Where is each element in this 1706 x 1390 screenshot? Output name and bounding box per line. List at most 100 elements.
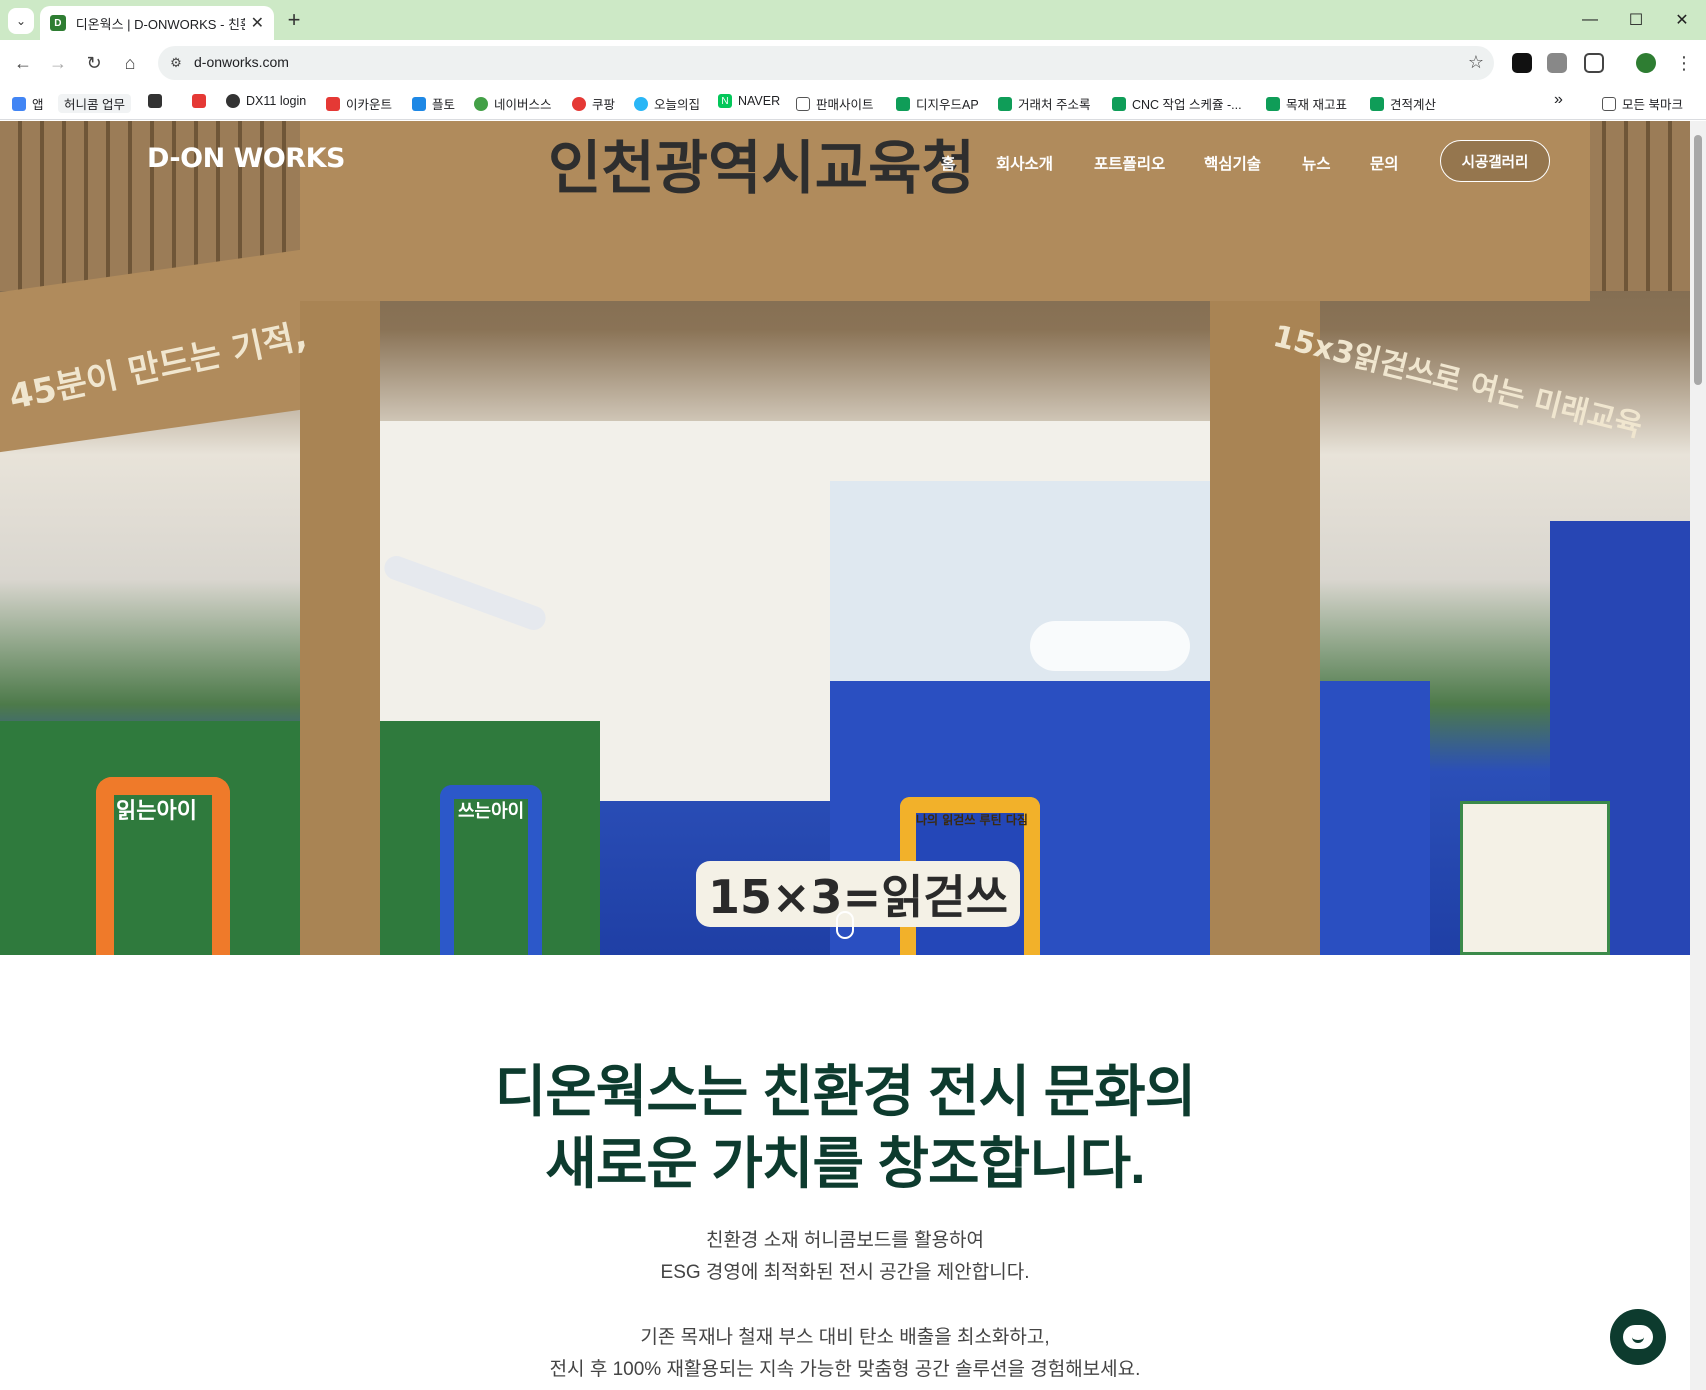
bookmark-address-book[interactable]: 거래처 주소록 [998,94,1090,113]
chat-button[interactable] [1610,1309,1666,1365]
bookmark-label: 목재 재고표 [1286,98,1347,112]
hero-image: 인천광역시교육청 45분이 만드는 기적, 15x3읽걷쓰로 여는 미래교육 읽… [0,121,1690,955]
tab-search-dropdown-icon[interactable]: ⌄ [8,8,34,34]
page-headline: 디온웍스는 친환경 전시 문화의 새로운 가치를 창조합니다. [0,1056,1690,1200]
hero-right-banner-text: 15x3읽걷쓰로 여는 미래교육 [1269,318,1646,445]
bookmarks-bar: 앱 허니콤 업무 DX11 login 이카운트 플토 네이버스스 쿠팡 오늘의… [0,86,1706,120]
bookmark-label: 디지우드AP [916,98,979,112]
hero-arch-right-pillar [1210,301,1320,955]
sheets-icon [1266,96,1280,111]
bookmark-apps[interactable]: 앱 [12,94,44,113]
scroll-down-indicator[interactable] [836,911,854,939]
profile-avatar[interactable] [1636,53,1656,73]
bookmark-wood-inventory[interactable]: 목재 재고표 [1266,94,1347,113]
nav-portfolio[interactable]: 포트폴리오 [1094,152,1165,174]
sheets-icon [1112,96,1126,111]
bookmark-plto[interactable]: 플토 [412,94,455,113]
bookmark-label: 쿠팡 [592,98,616,112]
bookmark-label: 앱 [32,98,44,112]
bookmark-label: 네이버스스 [494,98,552,112]
close-window-button[interactable]: ✕ [1662,6,1702,34]
bookmark-smartstore[interactable]: 네이버스스 [474,94,552,113]
hero-poster [1460,801,1610,955]
hero-yellow-frame-text: 나의 읽걷쓰 루틴 다짐 [916,813,1028,827]
bookmark-naver[interactable]: N NAVER [718,94,780,108]
pinwheel-icon [192,94,206,108]
url-text[interactable]: d-onworks.com [194,54,289,70]
bookmark-ohouse[interactable]: 오늘의집 [634,94,700,113]
intro-line: 친환경 소재 허니콤보드를 활용하여 [705,1230,985,1251]
intro-line: 기존 목재나 철재 부스 대비 탄소 배출을 최소화하고, [640,1327,1050,1348]
forward-arrow-icon[interactable]: → [44,49,72,77]
apps-grid-icon [12,96,26,111]
bookmark-label: 견적계산 [1390,98,1437,112]
bookmark-folder-sales[interactable]: 판매사이트 [796,94,874,113]
bookmark-grid[interactable] [148,94,168,108]
intro-paragraph-2: 기존 목재나 철재 부스 대비 탄소 배출을 최소화하고, 전시 후 100% … [0,1322,1690,1386]
bookmark-label: NAVER [738,94,781,108]
browser-toolbar: ← → ↻ ⌂ ⚙ d-onworks.com ☆ ⋮ [0,40,1706,86]
hero-top-banner-text: 인천광역시교육청 [548,134,975,202]
ohouse-icon [634,96,648,111]
hero-arch-left-pillar [300,301,380,955]
bookmark-cnc-schedule[interactable]: CNC 작업 스케쥴 -... [1112,94,1242,113]
bookmark-star-icon[interactable]: ☆ [1468,52,1484,73]
nav-core-tech[interactable]: 핵심기술 [1204,152,1261,174]
all-bookmarks-folder[interactable]: 모든 북마크 [1602,94,1683,113]
address-bar[interactable]: ⚙ d-onworks.com ☆ [158,46,1494,80]
nav-home[interactable]: 홈 [941,152,955,174]
hero-blue-frame-text: 쓰는아이 [458,801,525,822]
headline-line-2: 새로운 가치를 창조합니다. [545,1132,1145,1195]
bookmark-honeycomb-work[interactable]: 허니콤 업무 [58,94,131,113]
scrollbar-thumb[interactable] [1694,135,1702,385]
bookmark-label: 거래처 주소록 [1018,98,1091,112]
site-settings-icon[interactable]: ⚙ [166,53,186,73]
bookmark-coupang[interactable]: 쿠팡 [572,94,615,113]
hero-center-sign-text: 15×3=읽걷쓰 [696,861,1021,927]
grid-icon [148,94,162,108]
tab-title: 디온웍스 | D-ONWORKS - 친환 [75,16,245,32]
gallery-button[interactable]: 시공갤러리 [1440,140,1550,182]
bookmark-quote-calc[interactable]: 견적계산 [1370,94,1436,113]
naver-icon: N [718,94,732,108]
hero-orange-frame-text: 읽는아이 [116,799,197,824]
extensions-puzzle-icon[interactable] [1584,53,1604,73]
bookmark-label: DX11 login [246,94,307,108]
sheets-icon [896,96,910,111]
reload-icon[interactable]: ↻ [80,49,108,77]
tab-strip: ⌄ D 디온웍스 | D-ONWORKS - 친환 ✕ + — ☐ ✕ [0,0,1706,40]
intro-paragraph-1: 친환경 소재 허니콤보드를 활용하여 ESG 경영에 최적화된 전시 공간을 제… [0,1225,1690,1289]
chat-bubble-icon [1623,1325,1653,1349]
bookmark-label: 플토 [432,98,456,112]
coupang-icon [572,96,586,111]
bookmark-label: 판매사이트 [816,98,874,112]
bookmark-pinwheel[interactable] [192,94,212,108]
nav-news[interactable]: 뉴스 [1302,152,1331,174]
bookmarks-overflow-icon[interactable]: » [1554,91,1563,109]
sheets-icon [998,96,1012,111]
bookmark-ecount[interactable]: 이카운트 [326,94,392,113]
bookmark-label: 허니콤 업무 [64,98,125,112]
menu-kebab-icon[interactable]: ⋮ [1670,49,1698,77]
minimize-button[interactable]: — [1570,6,1610,34]
home-icon[interactable]: ⌂ [116,49,144,77]
bookmark-digiwood[interactable]: 디지우드AP [896,94,979,113]
sheets-icon [1370,96,1384,111]
maximize-button[interactable]: ☐ [1616,6,1656,34]
extension-icon[interactable] [1547,53,1567,73]
bookmark-label: 모든 북마크 [1622,98,1683,112]
folder-icon [796,96,810,111]
extension-icon[interactable] [1512,53,1532,73]
page-scrollbar[interactable] [1690,121,1706,1390]
new-tab-button[interactable]: + [282,7,306,32]
active-tab[interactable]: D 디온웍스 | D-ONWORKS - 친환 ✕ [40,6,274,40]
site-logo[interactable]: D-ON WORKS [147,143,345,174]
nav-about[interactable]: 회사소개 [996,152,1053,174]
intro-line: 전시 후 100% 재활용되는 지속 가능한 맞춤형 공간 솔루션을 경험해보세… [549,1359,1141,1380]
nav-contact[interactable]: 문의 [1370,152,1399,174]
plto-icon [412,96,426,111]
bookmark-dx11[interactable]: DX11 login [226,94,306,108]
tab-close-icon[interactable]: ✕ [251,13,264,33]
headline-line-1: 디온웍스는 친환경 전시 문화의 [494,1060,1196,1123]
back-arrow-icon[interactable]: ← [9,49,37,77]
